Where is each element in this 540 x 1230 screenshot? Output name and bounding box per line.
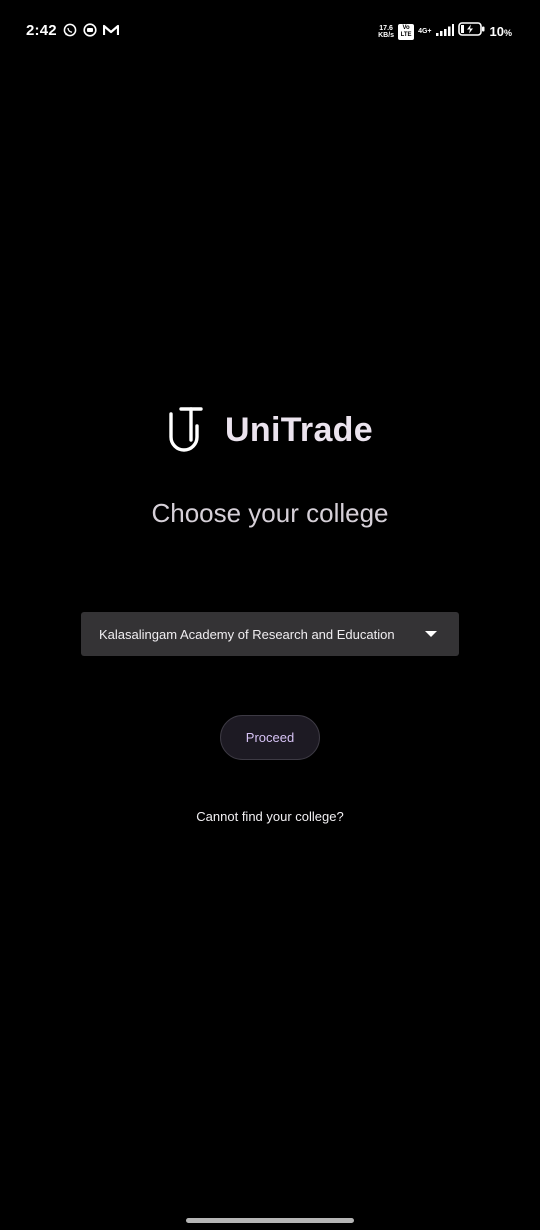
network-speed-value: 17.6	[379, 24, 393, 32]
brand-name: UniTrade	[225, 410, 373, 449]
college-dropdown[interactable]: Kalasalingam Academy of Research and Edu…	[81, 612, 459, 656]
network-type: 4G+	[418, 28, 431, 35]
whatsapp-icon	[63, 23, 77, 37]
status-bar: 2:42 17.6 KB/s Vo LTE 4G+ 10%	[0, 0, 540, 64]
battery-charging-icon	[457, 22, 486, 41]
network-speed: 17.6 KB/s	[378, 25, 394, 39]
proceed-button[interactable]: Proceed	[220, 715, 320, 760]
gmail-icon	[103, 24, 119, 36]
battery-percent-unit: %	[503, 28, 512, 38]
unitrade-logo-icon	[167, 404, 203, 456]
brand-header: UniTrade	[0, 404, 540, 456]
dropdown-arrow-icon	[425, 631, 437, 637]
battery-percent-value: 10	[489, 24, 504, 39]
network-speed-unit: KB/s	[378, 31, 395, 39]
app-icon	[83, 23, 97, 37]
college-dropdown-value: Kalasalingam Academy of Research and Edu…	[99, 626, 395, 642]
status-time: 2:42	[26, 22, 57, 39]
notification-icons	[63, 23, 119, 37]
volte-badge: Vo LTE	[398, 23, 415, 40]
home-indicator[interactable]	[186, 1218, 354, 1223]
page-title: Choose your college	[151, 498, 389, 528]
battery-percent: 10%	[490, 24, 512, 39]
cannot-find-college-link[interactable]: Cannot find your college?	[0, 809, 540, 824]
signal-icon	[435, 23, 454, 41]
system-icons: 17.6 KB/s Vo LTE 4G+ 10%	[378, 22, 512, 41]
network-type-label: 4G+	[418, 28, 432, 35]
